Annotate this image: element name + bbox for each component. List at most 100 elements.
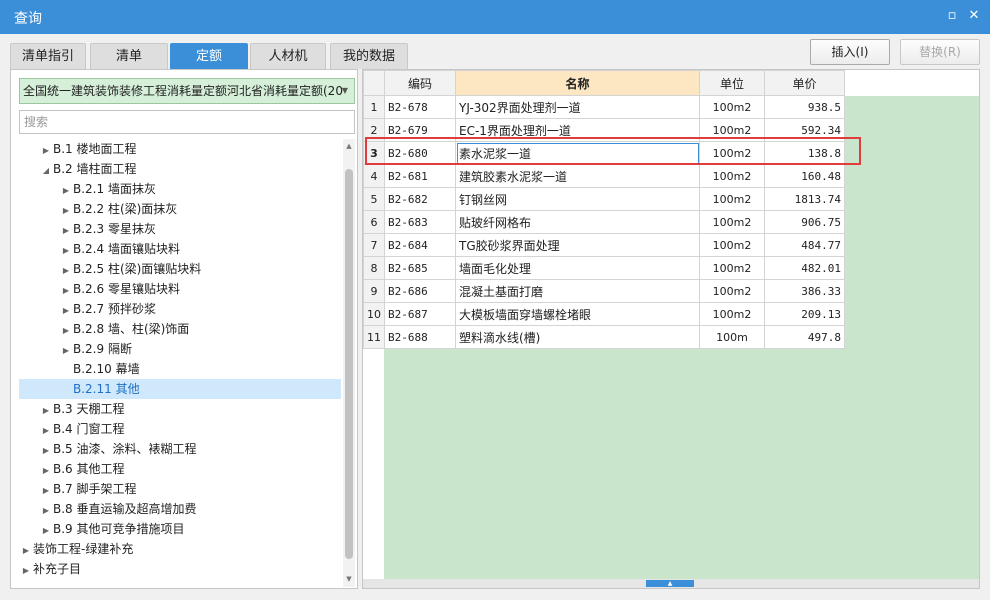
price-cell[interactable]: 484.77 [764, 233, 845, 257]
tree-item[interactable]: ▶ B.2.2 柱(梁)面抹灰 [19, 199, 341, 219]
tree-item[interactable]: ▶ B.5 油漆、涂料、裱糊工程 [19, 439, 341, 459]
expand-arrow-icon[interactable]: ▶ [19, 561, 33, 581]
code-cell[interactable]: B2-682 [384, 187, 456, 211]
table-row[interactable]: 10 B2-687 大模板墙面穿墙螺栓堵眼 100m2 209.13 [363, 302, 845, 326]
table-row[interactable]: 9 B2-686 混凝土基面打磨 100m2 386.33 [363, 279, 845, 303]
tree-item[interactable]: ◢ B.2 墙柱面工程 [19, 159, 341, 179]
expand-arrow-icon[interactable]: ▶ [59, 301, 73, 321]
code-cell[interactable]: B2-685 [384, 256, 456, 280]
tree-item[interactable]: ▶ B.2.4 墙面镶贴块料 [19, 239, 341, 259]
insert-button[interactable]: 插入(I) [810, 39, 890, 65]
code-cell[interactable]: B2-684 [384, 233, 456, 257]
code-cell[interactable]: B2-678 [384, 95, 456, 119]
price-cell[interactable]: 160.48 [764, 164, 845, 188]
expand-arrow-icon[interactable]: ▶ [59, 281, 73, 301]
tree-item[interactable]: ▶ B.1 楼地面工程 [19, 139, 341, 159]
name-cell[interactable]: YJ-302界面处理剂一道 [455, 95, 700, 119]
name-cell[interactable]: EC-1界面处理剂一道 [455, 118, 700, 142]
price-cell[interactable]: 592.34 [764, 118, 845, 142]
code-cell[interactable]: B2-688 [384, 325, 456, 349]
unit-cell[interactable]: 100m [699, 325, 765, 349]
table-row[interactable]: 4 B2-681 建筑胶素水泥浆一道 100m2 160.48 [363, 164, 845, 188]
tree-item[interactable]: ▶ B.9 其他可竞争措施项目 [19, 519, 341, 539]
tree-item[interactable]: ▶ B.3 天棚工程 [19, 399, 341, 419]
unit-cell[interactable]: 100m2 [699, 279, 765, 303]
expand-arrow-icon[interactable]: ▶ [39, 501, 53, 521]
tree-item[interactable]: ▶ B.6 其他工程 [19, 459, 341, 479]
tree-item[interactable]: B.2.11 其他 [19, 379, 341, 399]
row-number[interactable]: 9 [363, 279, 385, 303]
price-cell[interactable]: 497.8 [764, 325, 845, 349]
tree-item[interactable]: ▶ B.2.8 墙、柱(梁)饰面 [19, 319, 341, 339]
tree-item[interactable]: B.2.10 幕墙 [19, 359, 341, 379]
row-number[interactable]: 2 [363, 118, 385, 142]
price-cell[interactable]: 1813.74 [764, 187, 845, 211]
unit-cell[interactable]: 100m2 [699, 302, 765, 326]
unit-cell[interactable]: 100m2 [699, 233, 765, 257]
tree-item[interactable]: ▶ 装饰工程-绿建补充 [19, 539, 341, 559]
code-cell[interactable]: B2-687 [384, 302, 456, 326]
column-header-unit[interactable]: 单位 [699, 70, 765, 96]
name-cell[interactable]: 墙面毛化处理 [455, 256, 700, 280]
tree-item[interactable]: ▶ 补充子目 [19, 559, 341, 579]
table-row[interactable]: 8 B2-685 墙面毛化处理 100m2 482.01 [363, 256, 845, 280]
tree-item[interactable]: ▶ B.2.9 隔断 [19, 339, 341, 359]
restore-icon[interactable]: ▫ [944, 8, 960, 24]
unit-cell[interactable]: 100m2 [699, 95, 765, 119]
row-number[interactable]: 6 [363, 210, 385, 234]
name-cell[interactable]: 建筑胶素水泥浆一道 [455, 164, 700, 188]
search-input[interactable]: 搜索 [19, 110, 355, 134]
column-header-name[interactable]: 名称 [455, 70, 700, 96]
code-cell[interactable]: B2-686 [384, 279, 456, 303]
unit-cell[interactable]: 100m2 [699, 118, 765, 142]
table-row[interactable]: 6 B2-683 贴玻纤网格布 100m2 906.75 [363, 210, 845, 234]
price-cell[interactable]: 906.75 [764, 210, 845, 234]
unit-cell[interactable]: 100m2 [699, 141, 765, 165]
table-row[interactable]: 7 B2-684 TG胶砂浆界面处理 100m2 484.77 [363, 233, 845, 257]
price-cell[interactable]: 386.33 [764, 279, 845, 303]
row-number[interactable]: 4 [363, 164, 385, 188]
scroll-thumb[interactable] [345, 169, 353, 559]
row-number[interactable]: 1 [363, 95, 385, 119]
expand-arrow-icon[interactable]: ▶ [39, 441, 53, 461]
price-cell[interactable]: 938.5 [764, 95, 845, 119]
name-cell[interactable]: 贴玻纤网格布 [455, 210, 700, 234]
expand-arrow-icon[interactable]: ▶ [39, 401, 53, 421]
tree-item[interactable]: ▶ B.2.3 零星抹灰 [19, 219, 341, 239]
expand-arrow-icon[interactable]: ▶ [59, 261, 73, 281]
chevron-down-icon[interactable]: ▼ [340, 79, 350, 103]
tree-item[interactable]: ▶ B.2.1 墙面抹灰 [19, 179, 341, 199]
expand-arrow-icon[interactable]: ▶ [39, 521, 53, 541]
unit-cell[interactable]: 100m2 [699, 256, 765, 280]
name-cell[interactable]: 塑料滴水线(槽) [455, 325, 700, 349]
tab-my-data[interactable]: 我的数据 [330, 43, 408, 69]
scroll-up-icon[interactable]: ▲ [343, 140, 355, 152]
expand-arrow-icon[interactable]: ▶ [59, 241, 73, 261]
price-cell[interactable]: 138.8 [764, 141, 845, 165]
table-row[interactable]: 11 B2-688 塑料滴水线(槽) 100m 497.8 [363, 325, 845, 349]
expand-arrow-icon[interactable]: ▶ [39, 421, 53, 441]
expand-arrow-icon[interactable]: ▶ [59, 321, 73, 341]
close-icon[interactable]: ✕ [966, 8, 982, 24]
price-cell[interactable]: 209.13 [764, 302, 845, 326]
name-cell[interactable]: 混凝土基面打磨 [455, 279, 700, 303]
unit-cell[interactable]: 100m2 [699, 187, 765, 211]
row-number[interactable]: 5 [363, 187, 385, 211]
tree-item[interactable]: ▶ B.7 脚手架工程 [19, 479, 341, 499]
expand-arrow-icon[interactable]: ▶ [59, 221, 73, 241]
price-cell[interactable]: 482.01 [764, 256, 845, 280]
expand-arrow-icon[interactable]: ▶ [59, 341, 73, 361]
row-number[interactable]: 3 [363, 141, 385, 165]
tree-item[interactable]: ▶ B.2.7 预拌砂浆 [19, 299, 341, 319]
name-cell[interactable]: 钉钢丝网 [455, 187, 700, 211]
expand-arrow-icon[interactable]: ▶ [39, 141, 53, 161]
tree-item[interactable]: ▶ B.4 门窗工程 [19, 419, 341, 439]
row-number[interactable]: 11 [363, 325, 385, 349]
quota-library-select[interactable]: 全国统一建筑装饰装修工程消耗量定额河北省消耗量定额(20 ▼ [19, 78, 355, 104]
code-cell[interactable]: B2-683 [384, 210, 456, 234]
column-header-code[interactable]: 编码 [384, 70, 456, 96]
expanded-arrow-icon[interactable]: ◢ [39, 161, 53, 181]
tab-list[interactable]: 清单 [90, 43, 168, 69]
name-cell[interactable]: 素水泥浆一道 [455, 141, 700, 165]
panel-collapse-handle[interactable]: ▲ [646, 580, 694, 587]
